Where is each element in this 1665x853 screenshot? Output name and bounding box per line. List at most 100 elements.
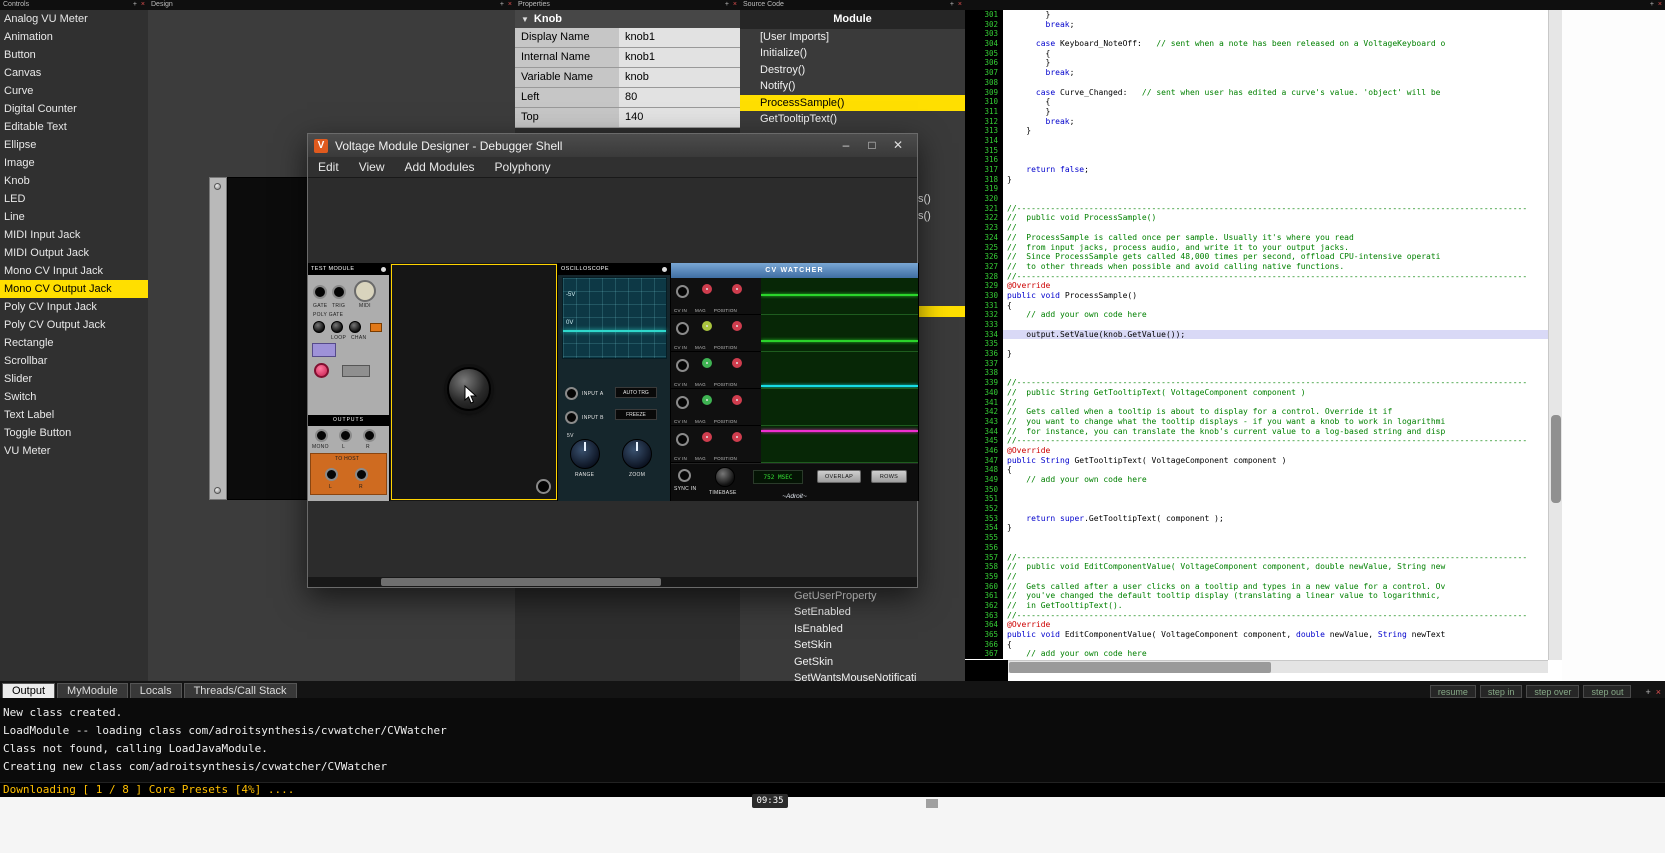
code-line-366[interactable]: 366 { [965, 639, 1548, 650]
position-knob[interactable] [732, 432, 742, 442]
code-line-328[interactable]: 328 //-----------------------------------… [965, 271, 1548, 282]
code-line-310[interactable]: 310 { [965, 97, 1548, 107]
trig-jack[interactable] [332, 285, 346, 299]
undock-icon[interactable]: + [500, 1, 504, 8]
module-blank-selected[interactable] [390, 263, 558, 501]
menu-edit[interactable]: Edit [308, 160, 349, 174]
module-test[interactable]: TEST MODULE GATE TRIG MIDI POLY GATE LOO… [308, 263, 390, 501]
source-item-setenabled[interactable]: SetEnabled [740, 604, 965, 620]
code-line-351[interactable]: 351 [965, 494, 1548, 505]
code-line-327[interactable]: 327 // to other threads when possible and… [965, 261, 1548, 272]
code-line-335[interactable]: 335 [965, 339, 1548, 350]
code-line-346[interactable]: 346 @Override [965, 445, 1548, 456]
code-line-344[interactable]: 344 // for instance, you can translate th… [965, 426, 1548, 437]
undock-icon[interactable]: + [1650, 1, 1654, 8]
console-output[interactable]: New class created. LoadModule -- loading … [0, 698, 1665, 782]
cv-in-jack[interactable] [676, 433, 689, 446]
code-line-355[interactable]: 355 [965, 533, 1548, 543]
code-line-354[interactable]: 354} [965, 523, 1548, 534]
source-item-gettooltiptext[interactable]: GetTooltipText() [740, 111, 965, 127]
window-titlebar[interactable]: V Voltage Module Designer - Debugger She… [308, 134, 917, 157]
controls-item-image[interactable]: Image [0, 154, 148, 172]
controls-item-midi-output-jack[interactable]: MIDI Output Jack [0, 244, 148, 262]
code-line-318[interactable]: 318} [965, 174, 1548, 185]
code-line-332[interactable]: 332 // add your own code here [965, 310, 1548, 320]
code-view[interactable]: 301 } 302 break; 303 304 case Keyboard_Note… [965, 10, 1548, 660]
properties-section-header[interactable]: ▼ Knob [515, 10, 740, 28]
gate-jack[interactable] [313, 285, 327, 299]
source-item-destroy[interactable]: Destroy() [740, 62, 965, 78]
source-item-initialize[interactable]: Initialize() [740, 45, 965, 61]
undock-icon[interactable]: + [725, 1, 729, 8]
controls-item-rectangle[interactable]: Rectangle [0, 334, 148, 352]
code-line-340[interactable]: 340 // public String GetTooltipText( Volt… [965, 387, 1548, 398]
source-item-notify[interactable]: Notify() [740, 78, 965, 94]
code-line-305[interactable]: 305 { [965, 48, 1548, 59]
source-item-setskin[interactable]: SetSkin [740, 637, 965, 653]
code-line-362[interactable]: 362 // in GetTooltipText(). [965, 600, 1548, 611]
code-line-363[interactable]: 363 //-----------------------------------… [965, 610, 1548, 621]
code-line-333[interactable]: 333 [965, 320, 1548, 330]
code-line-326[interactable]: 326 // Since ProcessSample gets called 48… [965, 252, 1548, 262]
code-line-329[interactable]: 329 @Override [965, 281, 1548, 291]
code-line-324[interactable]: 324 // ProcessSample is called once per s… [965, 232, 1548, 243]
close-panel-icon[interactable]: × [733, 1, 737, 8]
close-panel-icon[interactable]: × [958, 1, 962, 8]
close-panel-icon[interactable]: × [1658, 1, 1662, 8]
step-in-button[interactable]: step in [1479, 685, 1523, 698]
undock-icon[interactable]: + [1645, 687, 1650, 697]
code-line-336[interactable]: 336} [965, 349, 1548, 359]
code-line-348[interactable]: 348 { [965, 465, 1548, 475]
code-line-361[interactable]: 361 // you've changed the default tooltip… [965, 591, 1548, 601]
debugger-shell-window[interactable]: V Voltage Module Designer - Debugger She… [307, 133, 919, 588]
mag-knob[interactable] [702, 432, 712, 442]
code-line-364[interactable]: 364 @Override [965, 620, 1548, 630]
source-item-isenabled[interactable]: IsEnabled [740, 621, 965, 637]
rack-horizontal-scrollbar[interactable] [308, 577, 917, 587]
controls-item-canvas[interactable]: Canvas [0, 64, 148, 82]
controls-item-ellipse[interactable]: Ellipse [0, 136, 148, 154]
source-item-processsample[interactable]: ProcessSample() [740, 94, 965, 111]
close-panel-icon[interactable]: × [1656, 687, 1661, 697]
code-line-360[interactable]: 360 // Gets called after a user clicks on… [965, 581, 1548, 592]
code-line-339[interactable]: 339 //-----------------------------------… [965, 378, 1548, 388]
code-line-325[interactable]: 325 // from input jacks, process audio, a… [965, 242, 1548, 253]
cv-in-jack[interactable] [676, 322, 689, 335]
property-value[interactable]: knob1 [619, 48, 740, 67]
code-line-349[interactable]: 349 // add your own code here [965, 475, 1548, 485]
output-jack[interactable] [536, 479, 551, 494]
tab-locals[interactable]: Locals [129, 683, 182, 698]
code-line-359[interactable]: 359 // [965, 571, 1548, 582]
input-b-jack[interactable] [565, 411, 578, 424]
code-line-347[interactable]: 347 public String GetTooltipText( Voltage… [965, 455, 1548, 466]
property-value[interactable]: 140 [619, 108, 740, 127]
rows-button[interactable]: ROWS [871, 470, 907, 483]
code-line-343[interactable]: 343 // you want to change what the toolti… [965, 416, 1548, 427]
controls-item-vu-meter[interactable]: VU Meter [0, 442, 148, 460]
code-line-367[interactable]: 367 // add your own code here [965, 649, 1548, 660]
position-knob[interactable] [732, 358, 742, 368]
scrollbar-thumb[interactable] [381, 578, 661, 586]
controls-item-mono-cv-input-jack[interactable]: Mono CV Input Jack [0, 262, 148, 280]
code-line-308[interactable]: 308 [965, 77, 1548, 88]
code-line-352[interactable]: 352 [965, 504, 1548, 514]
auto-trg-display[interactable]: AUTO TRG [615, 387, 657, 398]
chan-knob[interactable] [349, 321, 361, 333]
scrollbar-thumb[interactable] [1551, 415, 1561, 503]
code-line-312[interactable]: 312 break; [965, 116, 1548, 127]
code-line-303[interactable]: 303 [965, 29, 1548, 40]
step-over-button[interactable]: step over [1526, 685, 1580, 698]
menu-view[interactable]: View [349, 160, 395, 174]
orange-button[interactable] [370, 323, 382, 332]
controls-item-toggle-button[interactable]: Toggle Button [0, 424, 148, 442]
code-line-334[interactable]: 334 output.SetValue(knob.GetValue()); [965, 329, 1548, 340]
code-line-317[interactable]: 317 return false; [965, 165, 1548, 175]
position-knob[interactable] [732, 395, 742, 405]
source-item-getskin[interactable]: GetSkin [740, 654, 965, 670]
code-line-319[interactable]: 319 [965, 184, 1548, 195]
position-knob[interactable] [732, 321, 742, 331]
mag-knob[interactable] [702, 395, 712, 405]
controls-item-text-label[interactable]: Text Label [0, 406, 148, 424]
code-line-330[interactable]: 330 public void ProcessSample() [965, 290, 1548, 301]
code-line-350[interactable]: 350 [965, 484, 1548, 495]
